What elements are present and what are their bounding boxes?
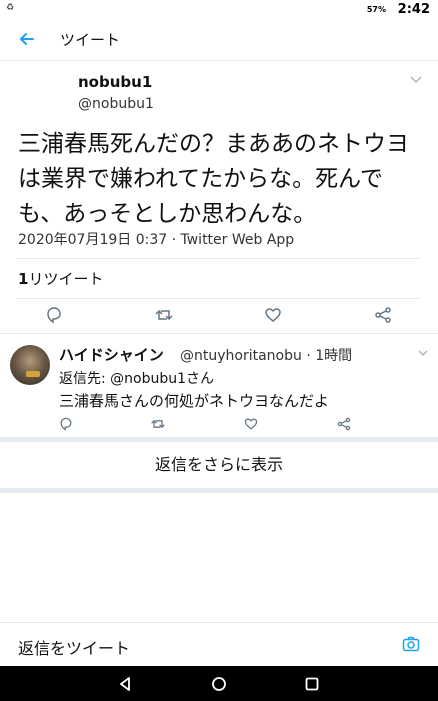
retweet-label: リツイート [28,270,104,288]
nav-back-icon[interactable] [115,674,135,694]
author-handle[interactable]: @nobubu1 [78,96,154,112]
chevron-down-icon[interactable] [418,350,428,357]
reply-to-prefix: 返信先: [59,371,111,387]
reply-to-user[interactable]: @nobubu1さん [110,371,214,387]
page-title: ツイート [60,31,121,49]
tweet-meta: 2020年07月19日 0:37 · Twitter Web App [18,232,295,248]
clock: 2:42 [397,2,430,17]
status-bar: ♻ 57% 2:42 [0,0,438,20]
divider [16,298,420,299]
author-name[interactable]: nobubu1 [78,73,152,91]
tweet-actions [0,305,438,335]
retweet-count[interactable]: 1リツイート [18,268,103,289]
show-more-replies-button[interactable]: 返信をさらに表示 [0,442,438,488]
reply-author-handle: @ntuyhoritanobu · 1時間 [180,348,353,364]
reply-icon[interactable] [44,305,68,329]
camera-icon[interactable] [402,635,420,653]
reply-text: 三浦春馬さんの何処がネトウヨなんだよ [59,392,330,410]
like-icon[interactable] [263,305,287,329]
back-arrow-icon[interactable] [16,28,38,50]
reply-composer[interactable]: 返信をツイート [0,622,438,667]
chevron-down-icon[interactable] [410,76,422,84]
reply-to: 返信先: @nobubu1さん [59,368,214,388]
retweet-icon[interactable] [154,305,178,329]
retweet-number: 1 [18,270,29,288]
recycle-icon: ♻ [6,3,15,13]
section-separator [0,488,438,493]
nav-recents-icon[interactable] [302,674,322,694]
android-nav-bar [0,666,438,701]
compose-placeholder[interactable]: 返信をツイート [18,635,130,659]
reply-author-name[interactable]: ハイドシャイン [59,344,164,365]
divider [16,258,420,259]
top-bar: ツイート [0,20,438,61]
avatar[interactable] [10,345,50,385]
nav-home-icon[interactable] [209,674,229,694]
battery-indicator: 57% [366,5,386,14]
share-icon[interactable] [373,305,397,329]
tweet-text: 三浦春馬死んだの？まああのネトウヨは業界で嫌われてたからな。死んでも、あっそとし… [18,131,409,227]
